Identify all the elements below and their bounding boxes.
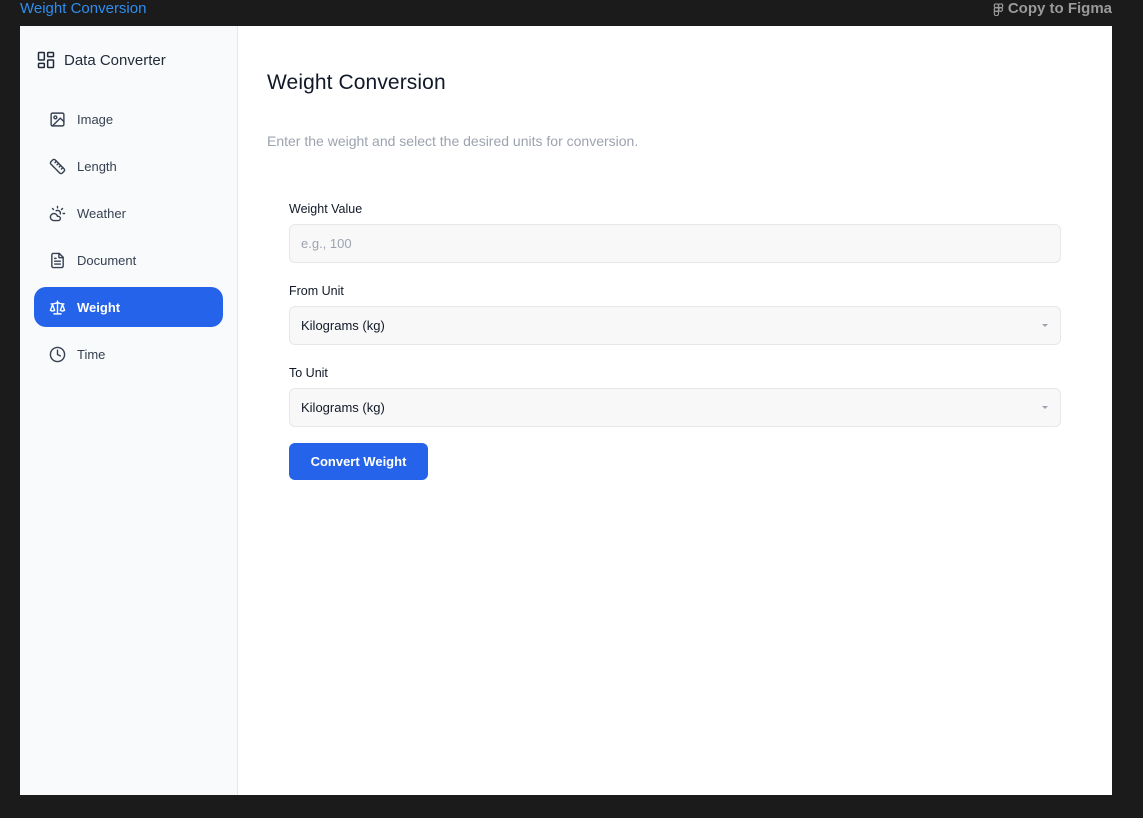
sidebar-item-weight[interactable]: Weight: [34, 287, 223, 327]
weight-value-placeholder: e.g., 100: [301, 236, 352, 251]
sidebar-item-label: Image: [77, 111, 114, 127]
ruler-icon: [49, 158, 66, 174]
sidebar-item-label: Document: [77, 252, 137, 268]
sidebar-nav: Image Length Weather Document Weight Tim…: [34, 99, 223, 381]
brand-label: Data Converter: [64, 51, 166, 69]
clock-icon: [49, 346, 66, 362]
page-title: Weight Conversion: [267, 71, 446, 94]
image-icon: [50, 111, 65, 127]
window-title: Weight Conversion: [20, 0, 147, 17]
weight-value-label: Weight Value: [289, 202, 363, 216]
copy-to-figma-button[interactable]: Copy to Figma: [993, 0, 1112, 18]
from-unit-label: From Unit: [289, 284, 344, 298]
chevron-down-icon: [1042, 324, 1048, 327]
from-unit-select[interactable]: Kilograms (kg): [289, 306, 1061, 345]
from-unit-value: Kilograms (kg): [301, 318, 385, 333]
scale-icon: [49, 299, 66, 315]
app-frame: Data Converter Image Length Weather Docu…: [20, 26, 1112, 795]
main-content: Weight Conversion Enter the weight and s…: [238, 26, 1112, 795]
convert-weight-button[interactable]: Convert Weight: [289, 443, 428, 480]
conversion-form: Weight Value e.g., 100 From Unit Kilogra…: [289, 201, 1061, 480]
sidebar-item-image[interactable]: Image: [34, 99, 223, 139]
weight-value-input[interactable]: e.g., 100: [289, 224, 1061, 263]
page-subtitle: Enter the weight and select the desired …: [267, 133, 639, 149]
file-text-icon: [51, 252, 64, 268]
sidebar-item-document[interactable]: Document: [34, 240, 223, 280]
sidebar-item-time[interactable]: Time: [34, 334, 223, 374]
sidebar-item-label: Length: [77, 158, 117, 174]
figma-icon: [993, 2, 1004, 16]
sidebar: Data Converter Image Length Weather Docu…: [20, 26, 238, 795]
to-unit-select[interactable]: Kilograms (kg): [289, 388, 1061, 427]
convert-weight-label: Convert Weight: [310, 454, 407, 469]
copy-to-figma-label: Copy to Figma: [1007, 0, 1112, 17]
sidebar-item-label: Weight: [77, 299, 121, 315]
layout-grid-icon: [37, 51, 55, 69]
cloud-sun-icon: [49, 205, 66, 221]
sidebar-item-weather[interactable]: Weather: [34, 193, 223, 233]
sidebar-item-label: Weather: [77, 205, 126, 221]
sidebar-item-label: Time: [77, 346, 106, 362]
to-unit-label: To Unit: [289, 366, 328, 380]
brand: Data Converter: [36, 49, 166, 71]
to-unit-value: Kilograms (kg): [301, 400, 385, 415]
chevron-down-icon: [1042, 406, 1048, 409]
sidebar-item-length[interactable]: Length: [34, 146, 223, 186]
